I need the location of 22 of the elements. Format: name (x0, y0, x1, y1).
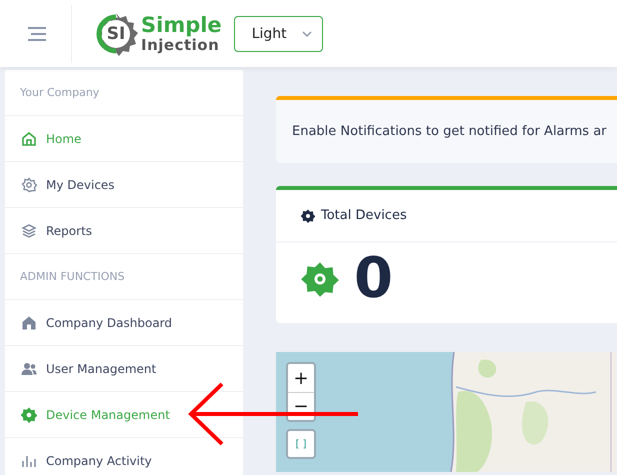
flower-icon (21, 176, 37, 192)
zoom-in-button[interactable]: + (288, 364, 314, 392)
notification-text: Enable Notifications to get notified for Alarms ar (292, 124, 607, 139)
logo-subname: Injection (141, 38, 220, 52)
section-heading: Your Company (20, 86, 100, 99)
sidebar-item[interactable]: Company Dashboard (5, 300, 243, 346)
logo-name: Simple (141, 14, 222, 36)
card-title: Total Devices (321, 208, 407, 223)
theme-dropdown[interactable]: Light (234, 16, 323, 52)
section-heading: ADMIN FUNCTIONS (20, 270, 125, 283)
chevron-down-icon (302, 30, 312, 36)
users-icon (21, 360, 37, 376)
gear-icon (301, 208, 315, 222)
gear-icon (21, 406, 37, 422)
sidebar-item[interactable]: User Management (5, 346, 243, 392)
sidebar-item[interactable]: My Devices (5, 162, 243, 208)
layers-icon (21, 222, 37, 238)
sidebar-item[interactable]: Company Activity (5, 438, 243, 475)
home-icon (21, 130, 37, 146)
house-icon (21, 314, 37, 330)
device-count: 0 (354, 251, 393, 307)
sidebar-item[interactable]: Reports (5, 208, 243, 254)
